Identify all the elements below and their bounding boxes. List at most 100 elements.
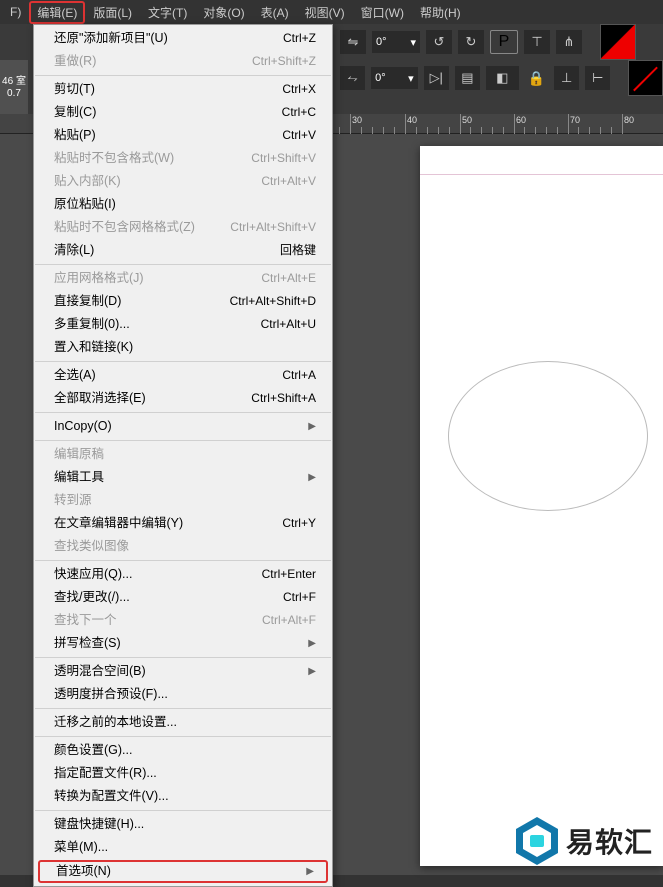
menu-item-shortcut: Ctrl+Shift+A	[251, 390, 316, 407]
rotate-cw-icon[interactable]: ↻	[458, 30, 484, 54]
menu-item-label: 复制(C)	[54, 104, 96, 121]
paragraph-icon[interactable]: P	[490, 30, 518, 54]
ruler-tick-label: 50	[462, 115, 472, 125]
flip-horizontal-icon[interactable]: ⇋	[340, 30, 366, 54]
ruler-tick-label: 80	[624, 115, 634, 125]
menu-item-shortcut: Ctrl+Z	[283, 30, 316, 47]
menu-item-3[interactable]: 剪切(T)Ctrl+X	[34, 78, 332, 101]
menu-view[interactable]: 视图(V)	[297, 1, 353, 24]
menu-layout[interactable]: 版面(L)	[85, 1, 140, 24]
menu-item-label: 迁移之前的本地设置...	[54, 714, 177, 731]
rotate-ccw-icon[interactable]: ↺	[426, 30, 452, 54]
menu-item-36[interactable]: 迁移之前的本地设置...	[34, 711, 332, 734]
menu-file[interactable]: F)	[2, 2, 29, 22]
menu-item-shortcut: Ctrl+Shift+V	[251, 150, 316, 167]
menu-item-label: 原位粘贴(I)	[54, 196, 116, 213]
submenu-arrow-icon: ▶	[308, 418, 316, 435]
menu-item-label: 查找下一个	[54, 612, 117, 629]
menu-item-13[interactable]: 直接复制(D)Ctrl+Alt+Shift+D	[34, 290, 332, 313]
menu-help[interactable]: 帮助(H)	[412, 1, 469, 24]
menu-object[interactable]: 对象(O)	[195, 1, 252, 24]
menu-item-label: 指定配置文件(R)...	[54, 765, 157, 782]
menu-item-4[interactable]: 复制(C) Ctrl+C	[34, 101, 332, 124]
menu-item-shortcut: Ctrl+Alt+F	[262, 612, 316, 629]
menu-item-20[interactable]: InCopy(O) ▶	[34, 415, 332, 438]
menu-item-38[interactable]: 颜色设置(G)...	[34, 739, 332, 762]
menu-item-15[interactable]: 置入和链接(K)	[34, 336, 332, 359]
menu-item-shortcut: Ctrl+Alt+E	[261, 270, 316, 287]
menu-edit[interactable]: 编辑(E)	[29, 1, 85, 24]
menu-item-label: 转到源	[54, 492, 92, 509]
page[interactable]	[420, 146, 663, 866]
menu-item-shortcut: Ctrl+X	[282, 81, 316, 98]
menu-item-23[interactable]: 编辑工具 ▶	[34, 466, 332, 489]
menu-item-28[interactable]: 快速应用(Q)...Ctrl+Enter	[34, 563, 332, 586]
menu-item-25[interactable]: 在文章编辑器中编辑(Y)Ctrl+Y	[34, 512, 332, 535]
fill-swatch[interactable]	[600, 24, 636, 60]
menu-item-label: 拼写检查(S)	[54, 635, 121, 652]
watermark-text: 易软汇	[566, 821, 653, 861]
align-top-icon[interactable]: ⊤	[524, 30, 550, 54]
menu-item-8[interactable]: 原位粘贴(I)	[34, 193, 332, 216]
submenu-arrow-icon: ▶	[308, 469, 316, 486]
menu-text[interactable]: 文字(T)	[140, 1, 195, 24]
ruler-tick	[350, 114, 351, 134]
menu-window[interactable]: 窗口(W)	[353, 1, 412, 24]
lock-icon[interactable]: 🔒	[525, 70, 548, 87]
ruler-tick-label: 60	[516, 115, 526, 125]
distribute-v-icon[interactable]: ⋔	[556, 30, 582, 54]
menu-item-label: 多重复制(0)...	[54, 316, 130, 333]
menu-item-39[interactable]: 指定配置文件(R)...	[34, 762, 332, 785]
menu-item-26: 查找类似图像	[34, 535, 332, 558]
menu-item-40[interactable]: 转换为配置文件(V)...	[34, 785, 332, 808]
menu-item-label: 在文章编辑器中编辑(Y)	[54, 515, 183, 532]
rotation-dropdown-2[interactable]: 0°▾	[371, 67, 418, 89]
menu-item-42[interactable]: 键盘快捷键(H)...	[34, 813, 332, 836]
menu-item-shortcut: Ctrl+Alt+U	[261, 316, 316, 333]
menu-item-label: 贴入内部(K)	[54, 173, 121, 190]
menu-item-shortcut: 回格键	[280, 242, 316, 259]
menu-item-shortcut: Ctrl+C	[282, 104, 316, 121]
menu-item-31[interactable]: 拼写检查(S) ▶	[34, 632, 332, 655]
ruler-tick-label: 70	[570, 115, 580, 125]
menu-item-43[interactable]: 菜单(M)...	[34, 836, 332, 859]
play-start-icon[interactable]: ▷|	[424, 66, 449, 90]
menu-item-5[interactable]: 粘贴(P)Ctrl+V	[34, 124, 332, 147]
menu-item-30: 查找下一个 Ctrl+Alt+F	[34, 609, 332, 632]
gradient-icon[interactable]: ▤	[455, 66, 480, 90]
menu-item-17[interactable]: 全选(A)Ctrl+A	[34, 364, 332, 387]
menu-separator	[35, 708, 331, 709]
menu-item-14[interactable]: 多重复制(0)... Ctrl+Alt+U	[34, 313, 332, 336]
menu-item-label: 粘贴(P)	[54, 127, 96, 144]
menu-item-33[interactable]: 透明混合空间(B)▶	[34, 660, 332, 683]
menu-item-9: 粘贴时不包含网格格式(Z)Ctrl+Alt+Shift+V	[34, 216, 332, 239]
ruler-tick	[622, 114, 623, 134]
menu-separator	[35, 440, 331, 441]
stroke-swatch[interactable]	[628, 60, 663, 96]
menu-item-label: 编辑工具	[54, 469, 104, 486]
menu-item-label: InCopy(O)	[54, 418, 112, 435]
menu-item-10[interactable]: 清除(L)回格键	[34, 239, 332, 262]
menu-item-label: 查找/更改(/)...	[54, 589, 130, 606]
menu-item-12: 应用网格格式(J)Ctrl+Alt+E	[34, 267, 332, 290]
menu-item-29[interactable]: 查找/更改(/)... Ctrl+F	[34, 586, 332, 609]
edit-dropdown-menu: 还原"添加新项目"(U)Ctrl+Z重做(R)Ctrl+Shift+Z剪切(T)…	[33, 24, 333, 887]
align-bottom-icon[interactable]: ⊥	[554, 66, 579, 90]
menu-item-0[interactable]: 还原"添加新项目"(U)Ctrl+Z	[34, 27, 332, 50]
menu-item-24: 转到源	[34, 489, 332, 512]
submenu-arrow-icon: ▶	[308, 635, 316, 652]
menu-item-18[interactable]: 全部取消选择(E) Ctrl+Shift+A	[34, 387, 332, 410]
flip-vertical-icon[interactable]: ⥊	[340, 66, 365, 90]
menu-item-shortcut: Ctrl+F	[283, 589, 316, 606]
ellipse-object[interactable]	[448, 361, 648, 511]
menu-item-label: 重做(R)	[54, 53, 96, 70]
menu-table[interactable]: 表(A)	[253, 1, 297, 24]
blend-mode-icon[interactable]: ◧	[486, 66, 519, 90]
distribute-h-icon[interactable]: ⊢	[585, 66, 610, 90]
ruler-tick	[460, 114, 461, 134]
ruler-tick	[514, 114, 515, 134]
menu-item-label: 全部取消选择(E)	[54, 390, 146, 407]
rotation-dropdown-1[interactable]: 0°▾	[372, 31, 420, 53]
menu-item-44[interactable]: 首选项(N)▶	[38, 860, 328, 883]
menu-item-34[interactable]: 透明度拼合预设(F)...	[34, 683, 332, 706]
